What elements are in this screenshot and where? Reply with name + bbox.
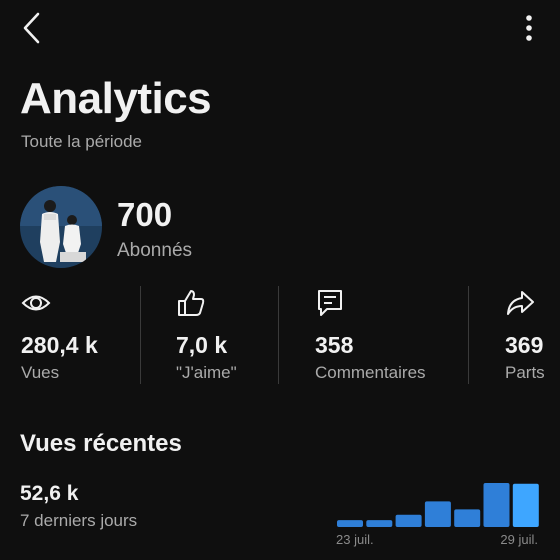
- chart-bar: [512, 483, 539, 527]
- stat-views[interactable]: 280,4 k Vues: [21, 288, 131, 384]
- stat-divider: [278, 286, 279, 384]
- stat-divider: [140, 286, 141, 384]
- analytics-screen: Analytics Toute la période 700 Abonnés 2…: [0, 0, 560, 560]
- comment-icon: [318, 290, 342, 316]
- views-value: 280,4 k: [21, 332, 98, 358]
- stat-shares[interactable]: 369 Parts: [505, 288, 560, 384]
- shares-value: 369: [505, 332, 544, 358]
- views-label: Vues: [21, 363, 60, 382]
- chart-bar: [366, 520, 393, 527]
- chart-tick-label: 29 juil.: [500, 532, 538, 547]
- eye-icon: [21, 295, 51, 311]
- thumbs-up-icon: [178, 290, 205, 316]
- page-title: Analytics: [20, 74, 212, 123]
- recent-views-title: Vues récentes: [20, 430, 182, 457]
- more-options-icon[interactable]: [520, 12, 538, 46]
- stat-likes[interactable]: 7,0 k "J'aime": [176, 288, 276, 384]
- share-icon: [507, 291, 534, 315]
- chart-bar: [395, 514, 422, 527]
- channel-avatar[interactable]: [20, 186, 102, 268]
- subscriber-label: Abonnés: [117, 240, 193, 261]
- comments-label: Commentaires: [315, 363, 426, 382]
- back-arrow-icon[interactable]: [18, 10, 48, 46]
- shares-label: Parts: [505, 363, 545, 382]
- chart-bar: [424, 501, 451, 527]
- subscriber-count: 700: [117, 196, 173, 233]
- stat-divider: [468, 286, 469, 384]
- chart-bar: [454, 509, 481, 527]
- recent-views-period: 7 derniers jours: [20, 511, 138, 530]
- chart-tick-label: 23 juil.: [336, 532, 374, 547]
- comments-value: 358: [315, 332, 354, 358]
- recent-views-value: 52,6 k: [20, 482, 79, 505]
- recent-views-chart[interactable]: 23 juil. 29 juil.: [330, 470, 550, 560]
- stat-comments[interactable]: 358 Commentaires: [315, 288, 455, 384]
- period-selector[interactable]: Toute la période: [21, 132, 142, 152]
- chart-bar: [483, 483, 510, 527]
- chart-bar: [337, 520, 363, 527]
- likes-value: 7,0 k: [176, 332, 228, 358]
- likes-label: "J'aime": [176, 363, 237, 382]
